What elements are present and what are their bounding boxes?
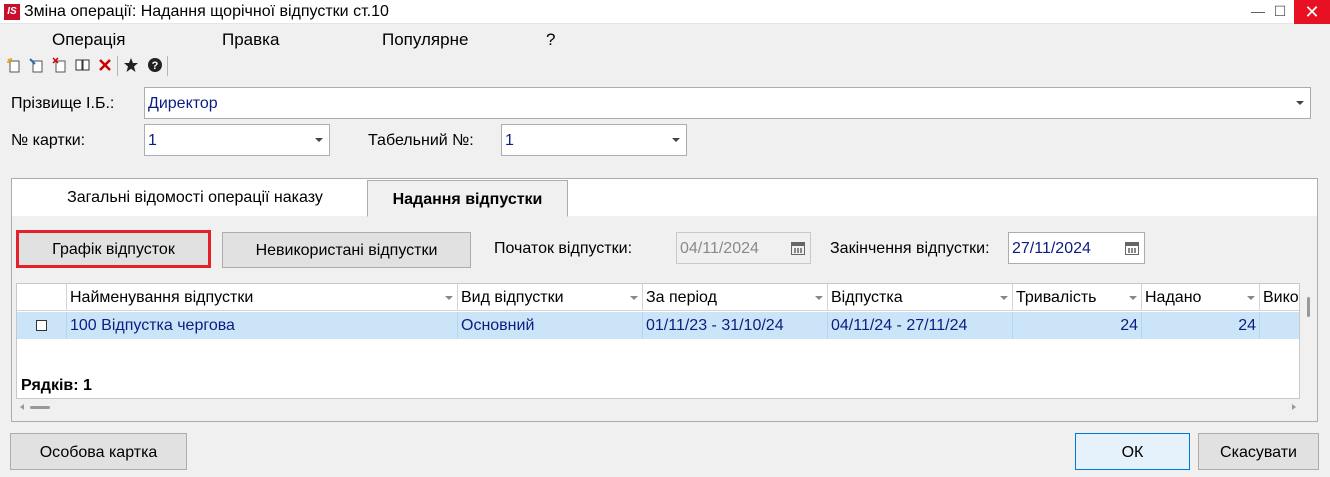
unused-vacations-button[interactable]: Невикористані відпустки — [222, 232, 471, 268]
chevron-down-icon[interactable] — [315, 138, 323, 142]
calendar-icon[interactable] — [1125, 242, 1139, 255]
toolbar-separator — [167, 56, 168, 76]
column-header-duration[interactable]: Тривалість — [1013, 284, 1142, 311]
menu-operation[interactable]: Операція — [52, 30, 126, 50]
column-header-used[interactable]: Вико — [1260, 284, 1299, 311]
vacation-grid: Найменування відпустки Вид відпустки За … — [16, 283, 1300, 399]
chevron-down-icon[interactable] — [672, 138, 680, 142]
column-header-name[interactable]: Найменування відпустки — [67, 284, 458, 311]
sort-arrow-icon[interactable] — [1247, 296, 1255, 300]
ok-button[interactable]: ОК — [1075, 433, 1190, 470]
toolbar-separator — [117, 56, 118, 76]
svg-text:?: ? — [152, 60, 159, 72]
app-logo-icon: IS — [4, 4, 20, 20]
vacation-end-value: 27/11/2024 — [1012, 240, 1091, 257]
menu-popular[interactable]: Популярне — [382, 30, 468, 50]
cell-granted: 24 — [1142, 312, 1260, 339]
tab-general-info[interactable]: Загальні відомості операції наказу — [30, 179, 360, 216]
sort-arrow-icon[interactable] — [1129, 296, 1137, 300]
tab-number-label: Табельний №: — [368, 132, 474, 149]
scroll-thumb[interactable] — [30, 406, 50, 409]
card-number-value: 1 — [148, 132, 157, 149]
cell-name: 100 Відпустка чергова — [67, 312, 458, 339]
sort-arrow-icon[interactable] — [1000, 296, 1008, 300]
chevron-down-icon[interactable] — [1296, 101, 1304, 105]
minimize-icon[interactable]: — — [1246, 0, 1270, 24]
row-indicator[interactable] — [17, 312, 67, 339]
edit-doc-icon[interactable] — [28, 57, 46, 75]
row-checkbox[interactable] — [36, 320, 47, 331]
tab-vacation-grant[interactable]: Надання відпустки — [367, 180, 568, 217]
help-icon[interactable]: ? — [146, 57, 164, 75]
calendar-icon — [791, 242, 805, 255]
card-number-select[interactable]: 1 — [144, 124, 330, 156]
cell-duration: 24 — [1013, 312, 1142, 339]
column-header-period[interactable]: За період — [643, 284, 828, 311]
vacation-start-date: 04/11/2024 — [676, 232, 811, 264]
column-header-type[interactable]: Вид відпустки — [458, 284, 643, 311]
grid-header-indicator — [17, 284, 67, 311]
cancel-button[interactable]: Скасувати — [1198, 433, 1319, 470]
delete-x-icon[interactable] — [96, 57, 114, 75]
star-icon[interactable] — [122, 57, 140, 75]
cell-type: Основний — [458, 312, 643, 339]
rows-count: Рядків: 1 — [21, 377, 92, 394]
vacation-end-label: Закінчення відпустки: — [830, 240, 990, 257]
personal-card-button[interactable]: Особова картка — [10, 433, 187, 470]
scroll-right-icon[interactable] — [1292, 404, 1296, 410]
surname-select[interactable]: Директор — [144, 87, 1311, 119]
maximize-icon[interactable]: ☐ — [1268, 0, 1292, 24]
column-header-granted[interactable]: Надано — [1142, 284, 1260, 311]
scroll-thumb[interactable] — [1307, 297, 1310, 317]
menu-edit[interactable]: Правка — [222, 30, 279, 50]
surname-value: Директор — [148, 95, 218, 112]
new-doc-icon[interactable] — [5, 57, 23, 75]
tab-number-select[interactable]: 1 — [501, 124, 687, 156]
sort-arrow-icon[interactable] — [815, 296, 823, 300]
table-row[interactable]: 100 Відпустка чергова Основний 01/11/23 … — [17, 312, 1299, 339]
surname-label: Прізвище І.Б.: — [11, 95, 115, 112]
horizontal-scrollbar[interactable] — [16, 399, 1300, 416]
cell-period: 01/11/23 - 31/10/24 — [643, 312, 828, 339]
book-icon[interactable] — [74, 57, 92, 75]
vacation-schedule-button[interactable]: Графік відпусток — [16, 230, 211, 268]
tab-number-value: 1 — [505, 132, 514, 149]
close-icon[interactable]: ✕ — [1294, 0, 1330, 24]
card-number-label: № картки: — [11, 132, 86, 149]
vacation-start-label: Початок відпустки: — [494, 240, 633, 257]
cell-vacation: 04/11/24 - 27/11/24 — [828, 312, 1013, 339]
sort-arrow-icon[interactable] — [630, 296, 638, 300]
grid-header: Найменування відпустки Вид відпустки За … — [17, 284, 1299, 311]
menu-help[interactable]: ? — [546, 30, 555, 50]
delete-doc-icon[interactable] — [51, 57, 69, 75]
vacation-end-date[interactable]: 27/11/2024 — [1008, 232, 1145, 264]
window-title: Зміна операції: Надання щорічної відпуст… — [24, 3, 389, 20]
cell-used — [1260, 312, 1299, 339]
scroll-left-icon[interactable] — [20, 404, 24, 410]
vacation-start-value: 04/11/2024 — [680, 240, 759, 257]
sort-arrow-icon[interactable] — [445, 296, 453, 300]
vertical-scrollbar[interactable] — [1300, 283, 1317, 399]
column-header-vacation[interactable]: Відпустка — [828, 284, 1013, 311]
